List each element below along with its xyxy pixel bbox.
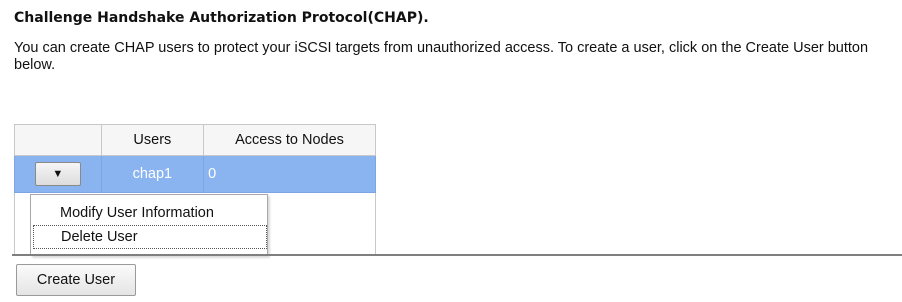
access-to-nodes-cell: 0: [203, 155, 376, 193]
row-context-menu: Modify User Information Delete User: [30, 194, 268, 256]
triangle-down-icon: ▼: [52, 168, 64, 180]
column-header-access-to-nodes[interactable]: Access to Nodes: [203, 124, 376, 156]
row-action-cell: ▼: [14, 155, 102, 193]
separator-line: [12, 254, 902, 256]
column-header-users[interactable]: Users: [100, 124, 205, 156]
create-user-button[interactable]: Create User: [16, 264, 136, 296]
chap-users-table: Users Access to Nodes ▼ chap1 0: [14, 124, 376, 193]
user-name-cell: chap1: [100, 155, 205, 193]
table-row[interactable]: ▼ chap1 0: [14, 155, 376, 193]
table-header-row: Users Access to Nodes: [14, 124, 376, 156]
page-title: Challenge Handshake Authorization Protoc…: [14, 10, 429, 26]
row-actions-dropdown-button[interactable]: ▼: [34, 162, 81, 186]
column-header-action: [14, 124, 102, 156]
chap-panel: Challenge Handshake Authorization Protoc…: [0, 0, 902, 302]
description-text: You can create CHAP users to protect you…: [14, 40, 869, 73]
menu-item-modify-user-information[interactable]: Modify User Information: [33, 201, 265, 225]
menu-item-delete-user[interactable]: Delete User: [33, 225, 267, 249]
